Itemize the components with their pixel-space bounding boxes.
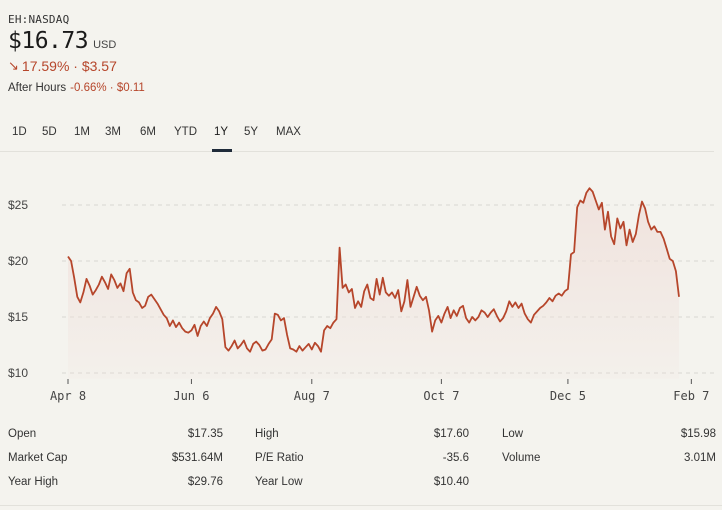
stat-label-pe-ratio: P/E Ratio bbox=[255, 452, 304, 464]
x-tick-label: Dec 5 bbox=[550, 389, 586, 403]
stat-label-year-high: Year High bbox=[8, 476, 59, 488]
stat-open: $17.35 bbox=[187, 428, 223, 440]
current-price: $16.73 bbox=[8, 28, 89, 54]
y-tick-label: $20 bbox=[8, 254, 28, 268]
stat-year-high: $29.76 bbox=[187, 476, 223, 488]
tab-1y[interactable]: 1Y bbox=[214, 126, 228, 148]
stat-label-market-cap: Market Cap bbox=[8, 452, 68, 464]
x-tick-label: Feb 7 bbox=[673, 389, 709, 403]
tab-5y[interactable]: 5Y bbox=[244, 126, 258, 148]
tab-ytd[interactable]: YTD bbox=[174, 126, 197, 148]
stat-market-cap: $531.64M bbox=[171, 452, 223, 464]
y-tick-label: $10 bbox=[8, 366, 28, 380]
x-tick-label: Jun 6 bbox=[173, 389, 209, 403]
stat-year-low: $10.40 bbox=[433, 476, 469, 488]
tab-max[interactable]: MAX bbox=[276, 126, 301, 148]
price-chart[interactable]: $25 $20 $15 $10 Apr 8 Jun 6 Aug 7 Oct 7 Dec 5 Feb… bbox=[0, 160, 722, 410]
area-fill bbox=[68, 188, 679, 379]
tab-6m[interactable]: 6M bbox=[140, 126, 156, 148]
tab-1d[interactable]: 1D bbox=[12, 126, 27, 148]
trend-down-icon: ↘ bbox=[8, 58, 19, 73]
stat-volume: 3.01M bbox=[684, 452, 716, 464]
x-tick-label: Apr 8 bbox=[50, 389, 86, 403]
stat-low: $15.98 bbox=[680, 428, 716, 440]
range-tabs: 1D 5D 1M 3M 6M YTD 1Y 5Y MAX bbox=[0, 118, 714, 152]
y-tick-label: $15 bbox=[8, 310, 28, 324]
stat-label-volume: Volume bbox=[502, 452, 541, 464]
x-tick-label: Aug 7 bbox=[294, 389, 330, 403]
stat-label-year-low: Year Low bbox=[255, 476, 303, 488]
chart-svg: $25 $20 $15 $10 Apr 8 Jun 6 Aug 7 Oct 7 Dec 5 Feb… bbox=[8, 187, 714, 403]
stat-pe-ratio: -35.6 bbox=[442, 452, 469, 464]
price-row: $16.73 USD bbox=[8, 28, 116, 54]
price-change: ↘ 17.59% · $3.57 bbox=[8, 58, 117, 74]
divider bbox=[0, 505, 722, 506]
tab-5d[interactable]: 5D bbox=[42, 126, 57, 148]
active-tab-indicator bbox=[212, 149, 232, 152]
stat-label-low: Low bbox=[502, 428, 524, 440]
stat-label-open: Open bbox=[8, 428, 37, 440]
tab-1m[interactable]: 1M bbox=[74, 126, 90, 148]
x-tick-label: Oct 7 bbox=[423, 389, 459, 403]
ticker-symbol: EH:NASDAQ bbox=[8, 13, 70, 26]
y-tick-label: $25 bbox=[8, 198, 28, 212]
stat-high: $17.60 bbox=[433, 428, 469, 440]
change-value: 17.59% · $3.57 bbox=[21, 58, 117, 74]
stat-label-high: High bbox=[255, 428, 279, 440]
currency-label: USD bbox=[93, 39, 117, 51]
after-hours: After Hours -0.66% · $0.11 bbox=[8, 82, 145, 94]
after-hours-label: After Hours bbox=[8, 82, 67, 94]
tab-3m[interactable]: 3M bbox=[105, 126, 121, 148]
after-hours-change: -0.66% · $0.11 bbox=[70, 82, 145, 94]
